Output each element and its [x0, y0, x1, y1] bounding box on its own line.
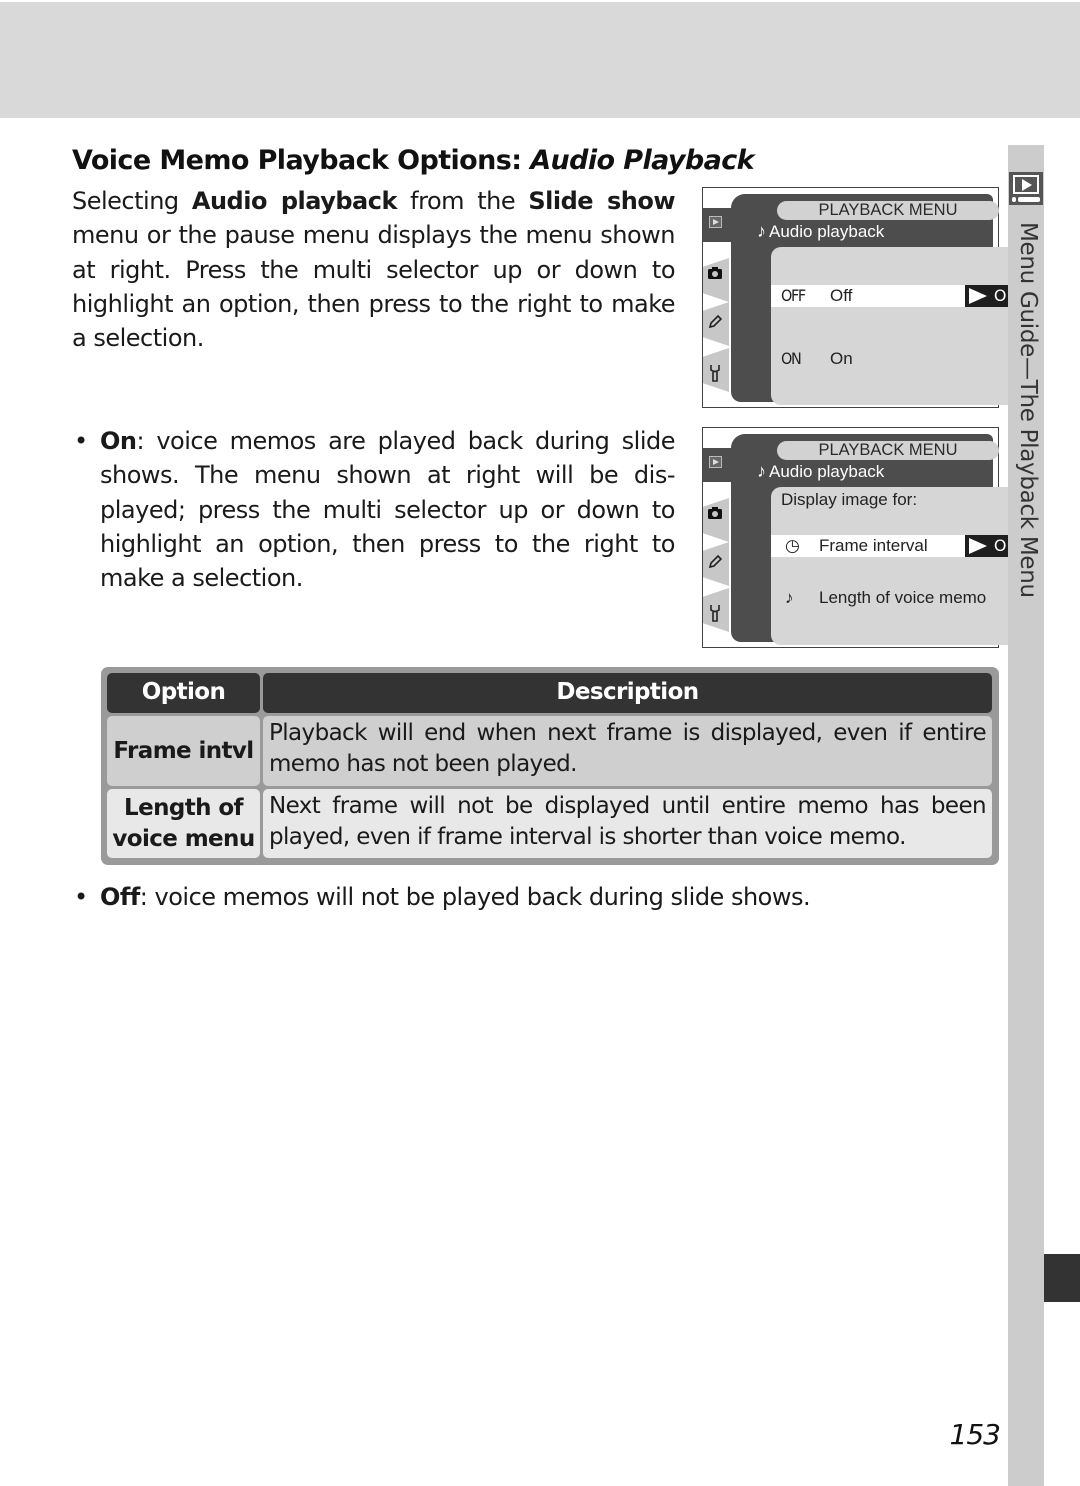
header-band: [0, 2, 1080, 118]
music-note-icon: ♪: [757, 221, 766, 241]
option-off[interactable]: OFF Off OK: [771, 285, 1021, 307]
lcd-frame: PLAYBACK MENU ♪ Audio playback OFF Off OK…: [731, 194, 1021, 405]
icon-bar: [1018, 197, 1040, 202]
option-label: Off: [830, 286, 853, 305]
options-panel: Display image for: ◷ Frame interval OK ♪…: [771, 487, 1021, 645]
table-header-description: Description: [263, 673, 992, 713]
playback-tab-icon: [709, 216, 722, 228]
screen-play-glyph: [1013, 175, 1039, 194]
music-note-icon: ♪: [757, 461, 766, 481]
menu-subtitle-label: Audio playback: [769, 462, 885, 481]
option-label: On: [830, 349, 853, 368]
playback-menu-icon: [1009, 172, 1043, 205]
table-cell-description: Playback will end when next frame is dis…: [263, 716, 992, 786]
icon-dot: [1012, 197, 1016, 202]
thumb-index-tab: [1044, 1254, 1080, 1302]
panel-label: Display image for:: [781, 490, 918, 509]
option-code: OFF: [781, 286, 806, 305]
pencil-icon: [707, 314, 723, 330]
section-title: Voice Memo Playback Options: Audio Playb…: [70, 144, 759, 178]
bullet-on-description: : voice memos are played back during sli…: [100, 427, 676, 593]
menu-subtitle-label: Audio playback: [769, 222, 885, 241]
lcd-frame: PLAYBACK MENU ♪ Audio playback Display im…: [731, 434, 1021, 645]
bullet-on: • On: voice memos are played back during…: [72, 424, 676, 595]
bullet-on-label: On: [100, 427, 137, 455]
intro-text: menu or the pause menu displays the menu…: [72, 221, 676, 353]
menu-title: PLAYBACK MENU: [777, 441, 999, 460]
pencil-icon: [707, 554, 723, 570]
bullet-off-text: Off: voice memos will not be played back…: [100, 880, 811, 914]
right-arrow-icon: [969, 538, 987, 554]
right-arrow-icon: [969, 288, 987, 304]
wrench-icon: [707, 364, 723, 382]
section-title-regular: Voice Memo Playback Options:: [72, 145, 531, 176]
menu-subtitle: ♪ Audio playback: [757, 220, 884, 242]
option-name-line1: Length of: [124, 795, 243, 821]
side-tab-label: Menu Guide—The Playback Menu: [1015, 222, 1041, 598]
options-table: Option Description Frame intvl Playback …: [101, 667, 999, 865]
playback-tab-icon: [709, 456, 722, 468]
timer-icon: ◷: [785, 536, 800, 555]
menu-subtitle: ♪ Audio playback: [757, 460, 884, 482]
menu-title: PLAYBACK MENU: [777, 201, 999, 220]
bullet-off: • Off: voice memos will not be played ba…: [72, 880, 892, 914]
option-code: ON: [781, 349, 802, 368]
table-cell-description: Next frame will not be displayed until e…: [263, 789, 992, 858]
lcd-screen-display-image-for: PLAYBACK MENU ♪ Audio playback Display im…: [702, 427, 1021, 648]
option-on[interactable]: ON On: [771, 348, 1019, 370]
page-number: 153: [949, 1418, 1001, 1451]
option-name: Frame intvl: [113, 737, 254, 764]
bullet-marker: •: [74, 883, 89, 911]
bullet-off-label: Off: [100, 883, 140, 911]
section-title-italic: Audio Playback: [530, 145, 755, 176]
option-length-of-voice-memo[interactable]: ♪ Length of voice memo: [771, 587, 1019, 609]
bullet-on-text: On: voice memos are played back during s…: [100, 424, 676, 595]
table-cell-option: Frame intvl: [107, 716, 260, 786]
option-label: Frame interval: [819, 536, 928, 555]
intro-text: from the: [396, 187, 529, 215]
option-name-line2: voice menu: [112, 825, 255, 852]
table-cell-option: Length of voice menu: [107, 789, 260, 858]
intro-text: Selecting: [72, 187, 192, 215]
intro-bold-audio-playback: Audio playback: [191, 187, 398, 215]
intro-bold-slide-show: Slide show: [528, 187, 676, 215]
bullet-marker: •: [74, 427, 89, 455]
option-frame-interval[interactable]: ◷ Frame interval OK: [771, 535, 1021, 557]
table-header-option: Option: [107, 673, 260, 713]
camera-icon: [707, 266, 723, 282]
note-icon: ♪: [785, 588, 794, 607]
camera-icon: [707, 506, 723, 522]
wrench-icon: [707, 604, 723, 622]
bullet-off-description: : voice memos will not be played back du…: [139, 883, 811, 911]
intro-paragraph: Selecting Audio playback from the Slide …: [72, 184, 676, 355]
lcd-screen-audio-playback: PLAYBACK MENU ♪ Audio playback OFF Off OK…: [702, 187, 1021, 408]
options-panel: OFF Off OK ON On: [771, 247, 1021, 405]
option-label: Length of voice memo: [819, 588, 987, 607]
